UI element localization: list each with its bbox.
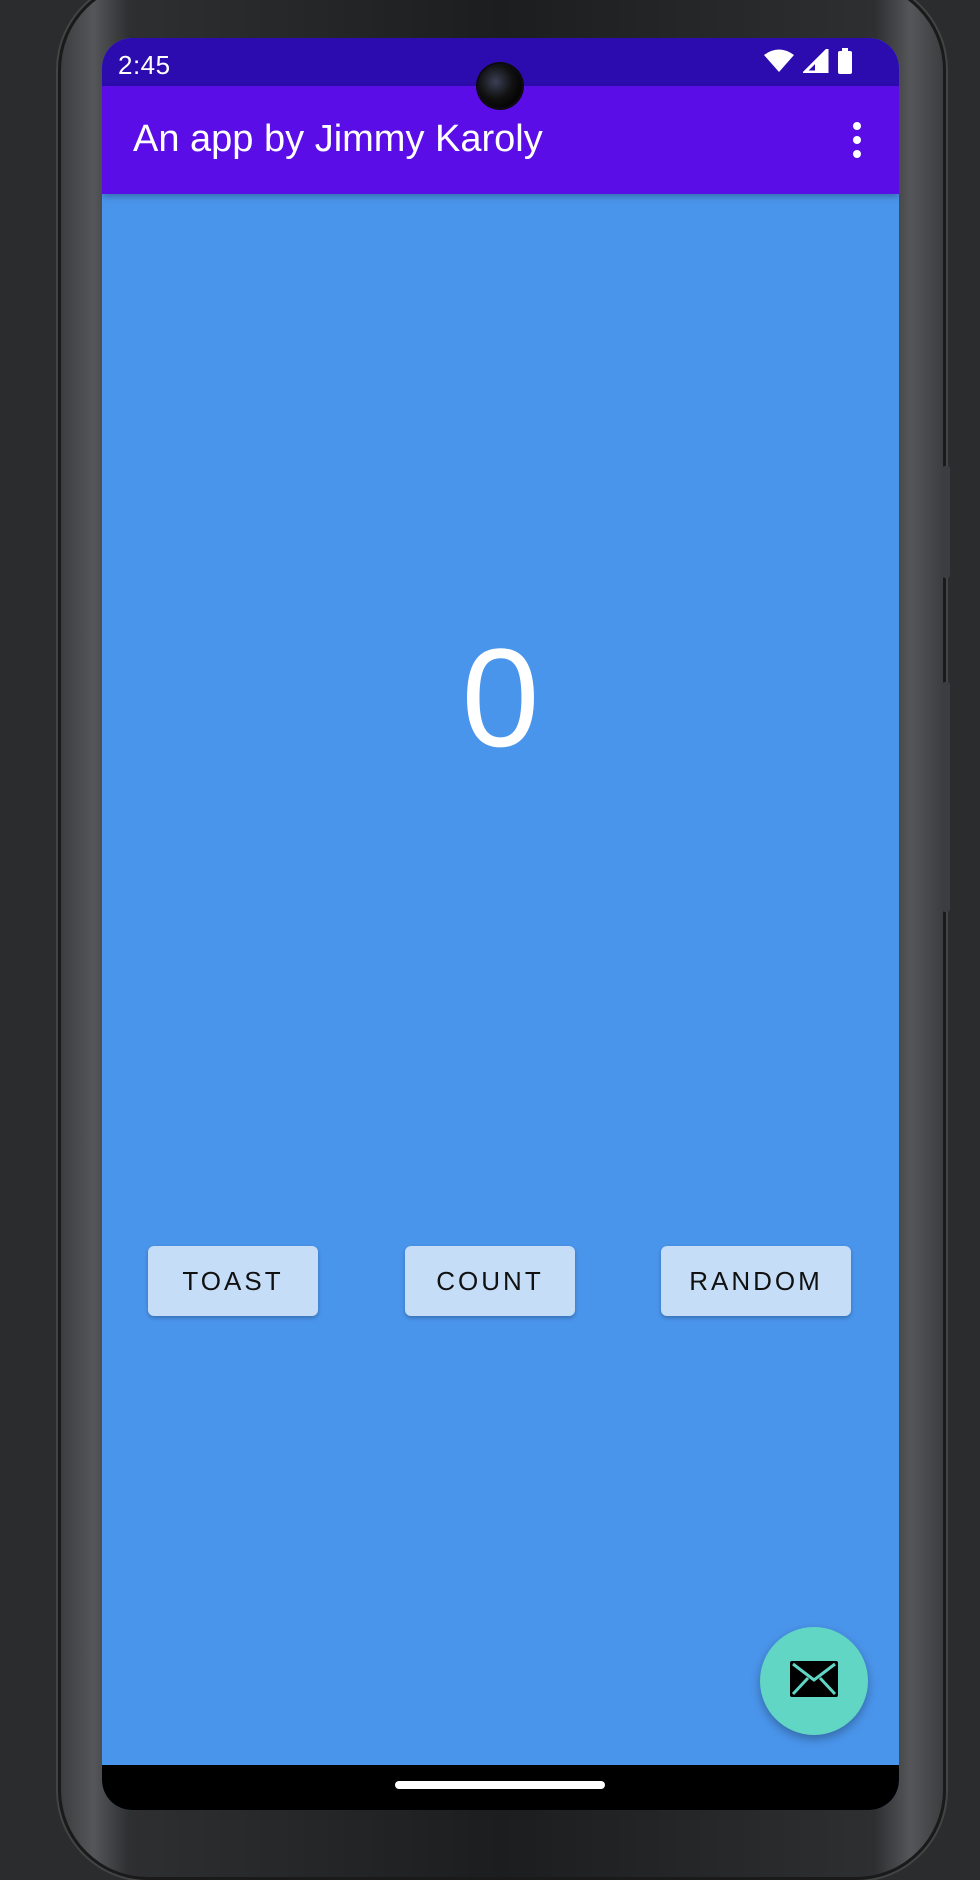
app-title: An app by Jimmy Karoly bbox=[133, 118, 543, 160]
count-button[interactable]: COUNT bbox=[405, 1246, 575, 1316]
power-button bbox=[942, 466, 950, 578]
front-camera bbox=[478, 64, 522, 108]
battery-icon bbox=[837, 47, 853, 79]
wifi-icon bbox=[763, 49, 795, 78]
signal-icon bbox=[801, 45, 829, 78]
count-display: 0 bbox=[461, 619, 540, 776]
status-time: 2:45 bbox=[118, 50, 171, 80]
volume-button bbox=[942, 682, 950, 912]
mail-icon bbox=[789, 1660, 839, 1703]
device-screen: 2:45 An app by Jimmy Karoly 0 TOAST COUN… bbox=[102, 38, 899, 1810]
desktop-background: 2:45 An app by Jimmy Karoly 0 TOAST COUN… bbox=[0, 0, 980, 1880]
email-fab[interactable] bbox=[760, 1627, 868, 1735]
navigation-bar bbox=[102, 1765, 899, 1810]
home-gesture-handle[interactable] bbox=[395, 1781, 605, 1789]
random-button[interactable]: RANDOM bbox=[661, 1246, 851, 1316]
more-vert-icon[interactable] bbox=[845, 116, 869, 164]
status-icons bbox=[763, 45, 853, 79]
toast-button[interactable]: TOAST bbox=[148, 1246, 318, 1316]
